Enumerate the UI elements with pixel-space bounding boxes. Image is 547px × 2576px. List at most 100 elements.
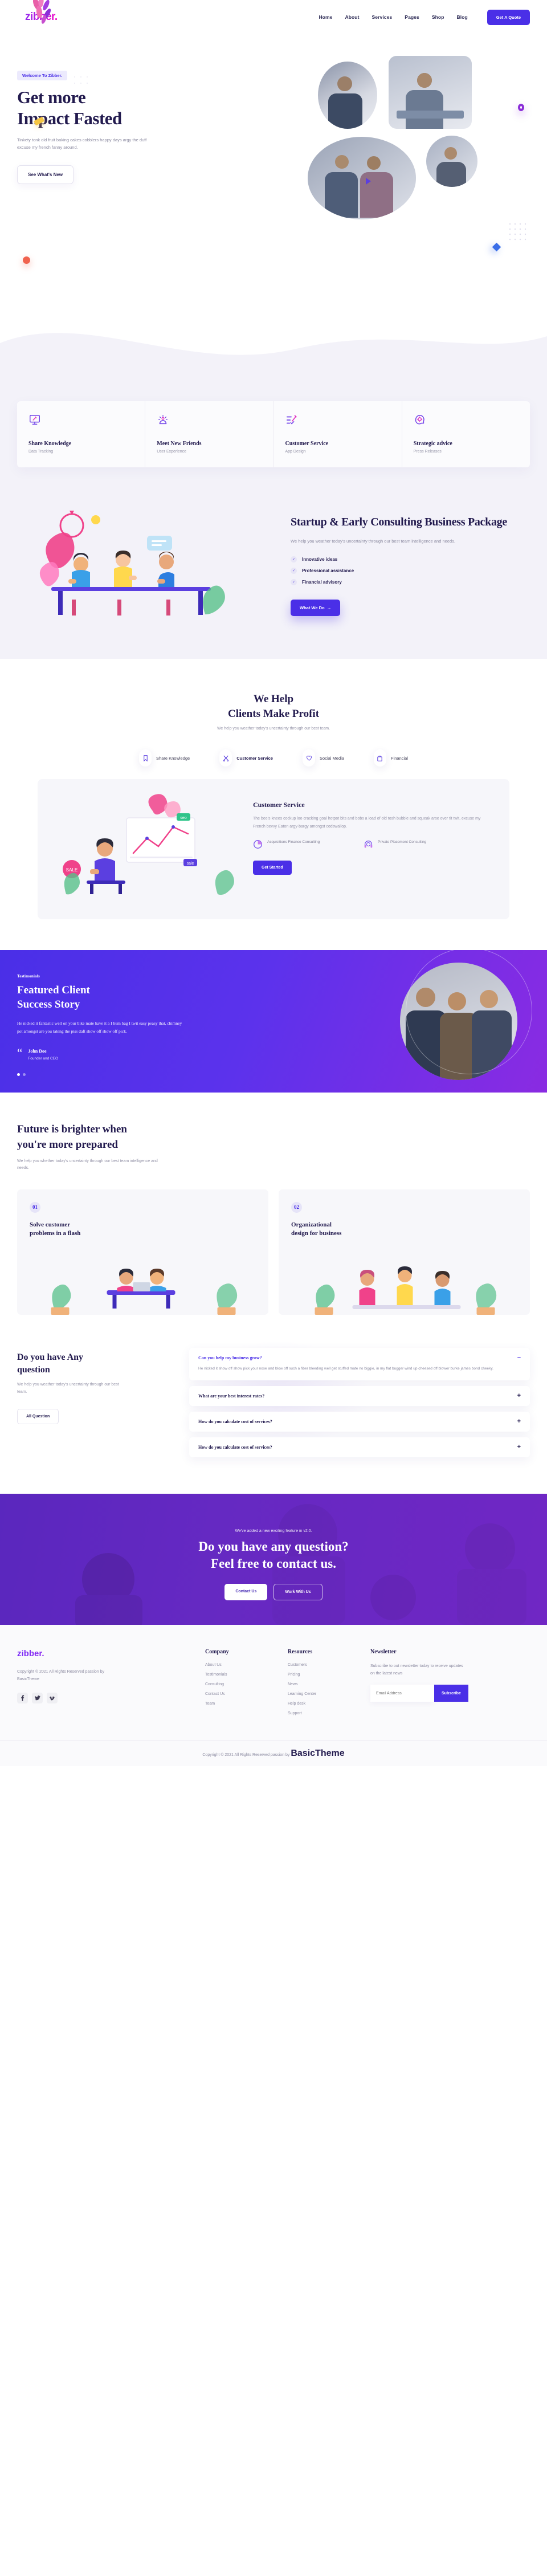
get-started-button[interactable]: Get Started bbox=[253, 860, 292, 875]
site-logo[interactable]: zibber. bbox=[17, 0, 58, 24]
nav-item-home[interactable]: Home bbox=[319, 14, 332, 20]
feature-item[interactable]: Strategic advice Press Releases bbox=[402, 401, 530, 467]
faq-title-line2: question bbox=[17, 1364, 50, 1375]
see-whats-new-button[interactable]: See What's New bbox=[17, 165, 74, 185]
footer-link-learning-center[interactable]: Learning Center bbox=[288, 1692, 370, 1696]
we-help-title: We Help Clients Make Profit bbox=[0, 692, 547, 721]
briefcase-icon bbox=[373, 749, 386, 767]
faq-item[interactable]: What are your best interest rates? + bbox=[189, 1385, 530, 1406]
feature-item[interactable]: Meet New Friends User Experience bbox=[145, 401, 274, 467]
tab-share-knowledge[interactable]: Share Knowledge bbox=[124, 749, 205, 767]
svg-text:sale: sale bbox=[187, 862, 194, 866]
tab-social-media[interactable]: Social Media bbox=[288, 749, 359, 767]
future-card-title-line1: Solve customer bbox=[30, 1221, 71, 1228]
tab-label: Financial bbox=[390, 755, 408, 761]
future-paragraph: We help you whether today's uncertainty … bbox=[17, 1159, 158, 1171]
service-illustration: seo sale SALE bbox=[55, 794, 243, 902]
footer-link-customers[interactable]: Customers bbox=[288, 1663, 370, 1667]
we-help-title-line2: Clients Make Profit bbox=[227, 707, 320, 720]
testimonial-kicker: Testimonials bbox=[17, 974, 40, 979]
footer-newsletter: Newsletter Subscribe to out newsletter t… bbox=[370, 1649, 530, 1721]
footer-link-consulting[interactable]: Consulting bbox=[205, 1682, 288, 1686]
faq-toggle-plus-icon[interactable]: + bbox=[517, 1418, 521, 1424]
future-card-title-line2: design for business bbox=[291, 1230, 342, 1237]
subscribe-button[interactable]: Subscribe bbox=[434, 1685, 468, 1702]
feature-title: Customer Service bbox=[285, 441, 329, 447]
footer-link-team[interactable]: Team bbox=[205, 1702, 288, 1706]
features-section: Share Knowledge Data Tracking Meet New F… bbox=[0, 388, 547, 494]
footer-link-support[interactable]: Support bbox=[288, 1711, 370, 1715]
nav-item-about[interactable]: About bbox=[345, 14, 359, 20]
faq-item[interactable]: How do you calculate cost of services? + bbox=[189, 1437, 530, 1457]
we-help-section: We Help Clients Make Profit We help you … bbox=[0, 659, 547, 920]
hero-photo-4 bbox=[426, 136, 477, 187]
tab-financial[interactable]: Financial bbox=[359, 749, 423, 767]
head-gear-icon bbox=[415, 415, 424, 425]
future-title-line1: Future is brighter when bbox=[17, 1123, 127, 1136]
service-detail-card: seo sale SALE Customer Service The bee's… bbox=[38, 779, 509, 920]
twitter-icon[interactable] bbox=[32, 1693, 43, 1704]
nav-item-blog[interactable]: Blog bbox=[457, 14, 468, 20]
work-with-us-button[interactable]: Work With Us bbox=[274, 1584, 323, 1601]
faq-answer: He nicked it show off show pick your nos… bbox=[198, 1366, 493, 1371]
slider-dot-1[interactable] bbox=[17, 1073, 20, 1076]
testimonial-title: Featured Client Success Story bbox=[17, 984, 199, 1012]
faq-title-line1: Do you have Any bbox=[17, 1352, 84, 1362]
footer-link-news[interactable]: News bbox=[288, 1682, 370, 1686]
testimonial-title-line1: Featured Client bbox=[17, 984, 90, 997]
future-card[interactable]: 02 Organizational design for business bbox=[279, 1189, 530, 1315]
service-feature-label: Acquisitions Finance Consulting bbox=[267, 839, 320, 844]
check-row: ✓ Financial advisory bbox=[291, 579, 519, 586]
check-icon: ✓ bbox=[291, 568, 297, 574]
get-a-quote-button[interactable]: Get A Quote bbox=[487, 9, 530, 25]
faq-toggle-plus-icon[interactable]: + bbox=[517, 1444, 521, 1450]
check-icon: ✓ bbox=[291, 579, 297, 586]
footer-column-resources: Resources Customers Pricing News Learnin… bbox=[288, 1649, 370, 1721]
footer-link-pricing[interactable]: Pricing bbox=[288, 1673, 370, 1677]
tab-label: Share Knowledge bbox=[156, 755, 190, 761]
footer-copyright: Copyright © 2021 All Rights Reserved pas… bbox=[17, 1669, 105, 1681]
footer-column-heading: Resources bbox=[288, 1648, 313, 1655]
we-help-title-line1: We Help bbox=[253, 693, 294, 705]
all-question-button[interactable]: All Question bbox=[17, 1408, 59, 1424]
nav-item-services[interactable]: Services bbox=[372, 14, 393, 20]
testimonial-author-name: John Doe bbox=[28, 1048, 47, 1054]
nav-item-shop[interactable]: Shop bbox=[432, 14, 444, 20]
nav-item-pages[interactable]: Pages bbox=[405, 14, 419, 20]
dot-grid-decoration bbox=[509, 223, 526, 241]
feature-subtitle: App Design bbox=[285, 450, 306, 454]
feature-title: Strategic advice bbox=[413, 441, 452, 447]
faq-paragraph: We help you weather today's uncertainty … bbox=[17, 1383, 119, 1395]
facebook-icon[interactable] bbox=[17, 1693, 28, 1704]
feature-subtitle: Press Releases bbox=[413, 450, 442, 454]
we-help-subtitle: We help you weather today's uncertainty … bbox=[217, 727, 330, 731]
faq-toggle-plus-icon[interactable]: + bbox=[517, 1392, 521, 1399]
testimonial-quote: He nicked it fantastic well on your bike… bbox=[17, 1020, 182, 1034]
check-label: Innovative ideas bbox=[302, 557, 338, 563]
footer-link-about-us[interactable]: About Us bbox=[205, 1663, 288, 1667]
future-card[interactable]: 01 Solve customer problems in a flash bbox=[17, 1189, 268, 1315]
footer-link-contact-us[interactable]: Contact Us bbox=[205, 1692, 288, 1696]
feature-item[interactable]: Customer Service App Design bbox=[274, 401, 402, 467]
hero-photo-3 bbox=[308, 137, 416, 219]
footer-logo[interactable]: zibber. bbox=[17, 1649, 205, 1658]
idea-lamp-icon bbox=[158, 415, 168, 425]
cta-title-line2: Feel free to contact us. bbox=[211, 1556, 336, 1571]
vimeo-icon[interactable] bbox=[47, 1693, 58, 1704]
footer-link-help-desk[interactable]: Help desk bbox=[288, 1702, 370, 1706]
slider-dot-2[interactable] bbox=[23, 1073, 26, 1076]
features-card: Share Knowledge Data Tracking Meet New F… bbox=[17, 401, 530, 467]
service-card-title: Customer Service bbox=[253, 801, 305, 809]
faq-item[interactable]: Can you help my business grow? – He nick… bbox=[189, 1347, 530, 1380]
faq-item[interactable]: How do you calculate cost of services? + bbox=[189, 1411, 530, 1432]
feature-item[interactable]: Share Knowledge Data Tracking bbox=[17, 401, 146, 467]
what-we-do-button[interactable]: What We Do → bbox=[291, 600, 341, 617]
newsletter-email-input[interactable] bbox=[370, 1685, 434, 1702]
faq-toggle-minus-icon[interactable]: – bbox=[517, 1355, 521, 1361]
check-label: Professional assistance bbox=[302, 568, 354, 574]
testimonial-section: Testimonials Featured Client Success Sto… bbox=[0, 950, 547, 1093]
tab-customer-service[interactable]: Customer Service bbox=[205, 749, 288, 767]
future-card-title-line1: Organizational bbox=[291, 1221, 332, 1228]
footer-link-testimonials[interactable]: Testimonials bbox=[205, 1673, 288, 1677]
contact-us-button[interactable]: Contact Us bbox=[224, 1584, 268, 1601]
